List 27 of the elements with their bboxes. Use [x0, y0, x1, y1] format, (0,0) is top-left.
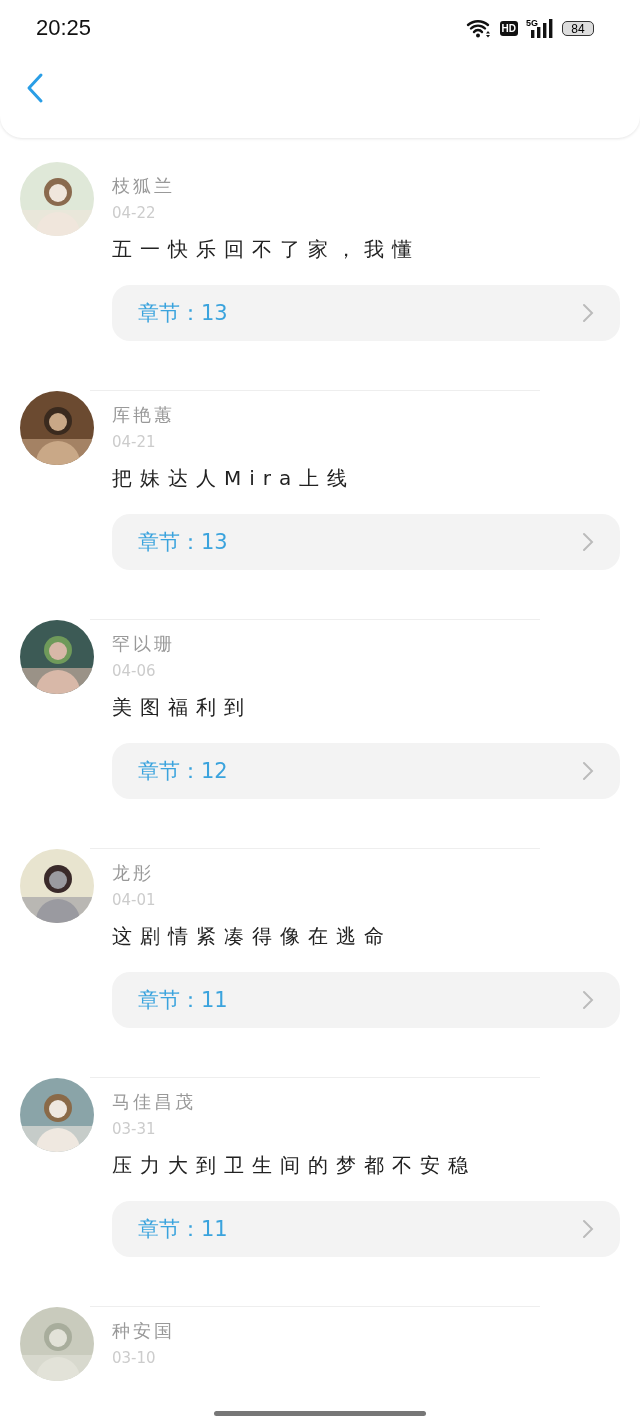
chapter-link[interactable]: 章节：13 [112, 514, 620, 570]
chapter-link[interactable]: 章节：11 [112, 972, 620, 1028]
back-icon[interactable] [26, 72, 44, 104]
chevron-icon [582, 1219, 594, 1239]
chapter-link[interactable]: 章节：12 [112, 743, 620, 799]
comment-text: 美图福利到 [112, 694, 252, 721]
status-time: 20:25 [36, 15, 92, 41]
chevron-icon [582, 990, 594, 1010]
network-type: 5G [526, 18, 538, 28]
user-name: 种安国 [112, 1319, 175, 1343]
chevron-icon [582, 532, 594, 552]
user-name: 罕以珊 [112, 632, 175, 656]
user-name: 枝狐兰 [112, 174, 175, 198]
comment-text: 五一快乐回不了家，我懂 [112, 236, 420, 263]
chapter-link[interactable]: 章节：11 [112, 1201, 620, 1257]
wifi-icon [465, 18, 492, 38]
battery-indicator: 84 [562, 20, 594, 36]
chapter-link[interactable]: 章节：13 [112, 285, 620, 341]
chevron-icon [582, 303, 594, 323]
comment-text: 把妹达人Mira上线 [112, 465, 356, 492]
hd-indicator: HD [499, 20, 518, 36]
comment-text: 这剧情紧凑得像在逃命 [112, 923, 392, 950]
user-name: 厍艳蕙 [112, 403, 175, 427]
user-name: 马佳昌茂 [112, 1090, 196, 1114]
comment-text: 压力大到卫生间的梦都不安稳 [112, 1152, 476, 1179]
user-name: 龙彤 [112, 861, 154, 885]
chevron-icon [582, 761, 594, 781]
